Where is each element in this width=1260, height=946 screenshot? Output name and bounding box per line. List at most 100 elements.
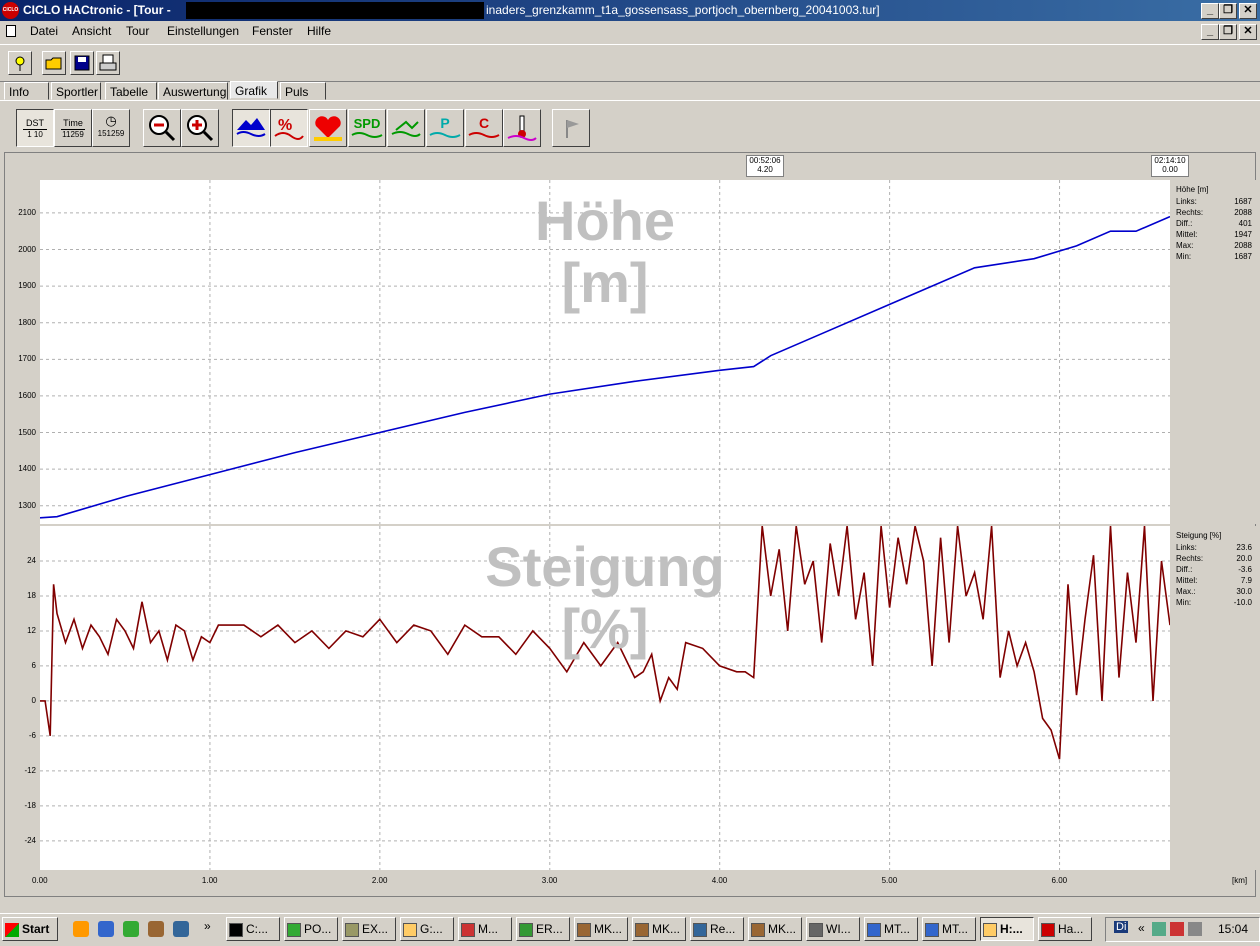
clock-icon: ◷ (105, 113, 117, 128)
menu-hilfe[interactable]: Hilfe (307, 24, 331, 38)
gradient-y-ticks: 24 18 12 6 0 -6 -12 -18 -24 (6, 526, 38, 870)
gradient-stat-value: 7.9 (1240, 576, 1252, 585)
calorie-graph-button[interactable]: C (465, 109, 503, 147)
taskbar-item[interactable]: H:... (980, 917, 1034, 941)
close-icon[interactable]: ✕ (1239, 3, 1257, 19)
temperature-graph-button[interactable] (503, 109, 541, 147)
power-graph-button[interactable]: P (426, 109, 464, 147)
gradient-y-tick-label: -12 (24, 765, 36, 775)
altitude-stat-row: Rechts: 2088 (1176, 207, 1252, 218)
tray-clock[interactable]: 15:04 (1218, 922, 1248, 936)
menu-fenster[interactable]: Fenster (252, 24, 293, 38)
tab-tabelle[interactable]: Tabelle (105, 82, 157, 100)
gradient-stat-key: Links: (1176, 543, 1197, 552)
cadence-graph-button[interactable] (387, 109, 425, 147)
taskbar-item[interactable]: MT... (922, 917, 976, 941)
tab-grafik[interactable]: Grafik (230, 81, 278, 99)
tray-volume-icon[interactable] (1188, 922, 1202, 936)
menu-einstellungen[interactable]: Einstellungen (167, 24, 239, 38)
taskbar-app-icon (751, 922, 765, 937)
zoom-in-icon (187, 115, 214, 142)
document-icon[interactable] (6, 25, 16, 37)
tray-chevron[interactable]: « (1138, 921, 1145, 935)
gradient-stat-row: Links: 23.6 (1176, 542, 1252, 553)
net-icon[interactable] (173, 921, 189, 937)
x-tick-label: 0.00 (32, 876, 48, 885)
marker-right-time: 02:14:10 (1154, 156, 1186, 165)
start-button[interactable]: Start (2, 917, 58, 941)
winamp-icon[interactable] (73, 921, 89, 937)
menu-datei[interactable]: Datei (30, 24, 58, 38)
altitude-stat-key: Max: (1176, 241, 1194, 250)
taskbar-item[interactable]: Re... (690, 917, 744, 941)
taskbar-item[interactable]: MT... (864, 917, 918, 941)
heart-rate-button[interactable] (309, 109, 347, 147)
altitude-graph-button[interactable] (232, 109, 270, 147)
menu-ansicht[interactable]: Ansicht (72, 24, 111, 38)
zoom-in-button[interactable] (181, 109, 219, 147)
print-icon[interactable] (96, 51, 120, 75)
altitude-watermark: Höhe [m] (475, 190, 735, 314)
x-tick-label: 6.00 (1051, 876, 1068, 885)
refresh-icon[interactable] (123, 921, 139, 937)
gradient-stat-value: -10.0 (1233, 598, 1252, 607)
tray-language[interactable]: Di (1114, 921, 1129, 933)
spd-label: SPD (353, 116, 381, 131)
taskbar-item[interactable]: C:... (226, 917, 280, 941)
tab-sportler[interactable]: Sportler (51, 82, 101, 100)
redacted-block (186, 2, 484, 19)
taskbar-item[interactable]: PO... (284, 917, 338, 941)
taskbar-item[interactable]: MK... (574, 917, 628, 941)
time-axis-button[interactable]: Time 11259 (54, 109, 92, 147)
taskbar-item[interactable]: ER... (516, 917, 570, 941)
taskbar-app-icon (1041, 922, 1055, 937)
time-label: Time (63, 118, 83, 128)
title-bar[interactable]: CICLO CICLO HACtronic - [Tour - inaders_… (0, 0, 1260, 21)
taskbar-item[interactable]: WI... (806, 917, 860, 941)
taskbar-item[interactable]: G:... (400, 917, 454, 941)
gradient-y-tick-label: 18 (27, 590, 36, 600)
marker-left[interactable]: 00:52:06 4.20 (746, 155, 784, 177)
taskbar-item[interactable]: Ha... (1038, 917, 1092, 941)
window-title: CICLO HACtronic - [Tour - (23, 3, 171, 17)
child-restore-icon[interactable]: ❐ (1219, 24, 1237, 40)
altitude-y-ticks: 1300 1400 1500 1600 1700 1800 1900 2000 2100 (6, 180, 38, 524)
child-minimize-icon[interactable]: _ (1201, 24, 1219, 40)
minimize-icon[interactable]: _ (1201, 3, 1219, 19)
zoom-out-icon (149, 115, 176, 142)
distance-axis-button[interactable]: DST 1 10 (16, 109, 54, 147)
ie-icon[interactable] (98, 921, 114, 937)
gradient-stat-row: Mittel: 7.9 (1176, 575, 1252, 586)
altitude-y-tick-label: 1300 (18, 500, 36, 510)
gradient-y-tick-label: 6 (31, 660, 36, 670)
child-close-icon[interactable]: ✕ (1239, 24, 1257, 40)
restore-icon[interactable]: ❐ (1219, 3, 1237, 19)
dst-value: 1 10 (23, 129, 47, 139)
gradient-graph-button[interactable]: % (270, 109, 308, 147)
altitude-stat-row: Diff.: 401 (1176, 218, 1252, 229)
gradient-watermark-line1: Steigung (485, 535, 725, 598)
marker-button[interactable] (552, 109, 590, 147)
quicklaunch-chevron[interactable]: » (204, 919, 211, 933)
taskbar-item[interactable]: M... (458, 917, 512, 941)
app-icon[interactable] (148, 921, 164, 937)
tab-info[interactable]: Info (4, 82, 49, 100)
tray-network-icon[interactable] (1152, 922, 1166, 936)
speed-graph-button[interactable]: SPD (348, 109, 386, 147)
taskbar-item[interactable]: MK... (748, 917, 802, 941)
tray-security-icon[interactable] (1170, 922, 1184, 936)
new-icon[interactable] (8, 51, 32, 75)
taskbar-item[interactable]: MK... (632, 917, 686, 941)
save-icon[interactable] (70, 51, 94, 75)
zoom-out-button[interactable] (143, 109, 181, 147)
menu-tour[interactable]: Tour (126, 24, 149, 38)
altitude-stat-value: 401 (1238, 219, 1252, 228)
clock-axis-button[interactable]: ◷ 151259 (92, 109, 130, 147)
marker-right[interactable]: 02:14:10 0.00 (1151, 155, 1189, 177)
taskbar-item-label: M... (478, 922, 498, 936)
taskbar-item-label: ER... (536, 922, 563, 936)
tab-auswertung[interactable]: Auswertung (158, 82, 228, 100)
taskbar-item[interactable]: EX... (342, 917, 396, 941)
open-icon[interactable] (42, 51, 66, 75)
tab-puls[interactable]: Puls (280, 82, 326, 100)
